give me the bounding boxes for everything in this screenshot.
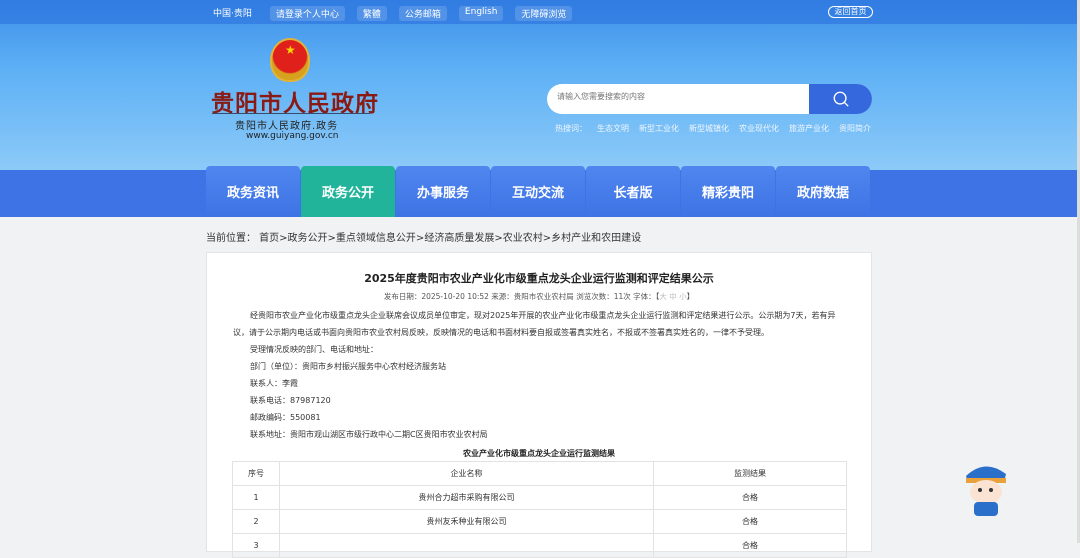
table-caption: 农业产业化市级重点龙头企业运行监测结果	[463, 449, 615, 458]
cell-company	[279, 533, 654, 558]
table-row: 1 贵州合力超市采购有限公司 合格	[232, 485, 847, 510]
hot-search-item[interactable]: 旅游产业化	[789, 123, 829, 134]
paragraph: 联系人：李霞	[250, 379, 298, 388]
home-button[interactable]: 返回首页	[828, 6, 873, 18]
paragraph: 邮政编码：550081	[250, 413, 321, 422]
nav-item-data[interactable]: 政府数据	[776, 166, 870, 217]
hot-searches: 热搜词： 生态文明 新型工业化 新型城镇化 农业现代化 旅游产业化 贵阳简介	[555, 123, 881, 134]
cell-company: 贵州合力超市采购有限公司	[279, 485, 654, 510]
cell-index: 2	[232, 509, 280, 534]
nav-item-open-government[interactable]: 政务公开	[301, 166, 395, 217]
nav-item-news[interactable]: 政务资讯	[206, 166, 300, 217]
results-table: 序号 企业名称 监测结果 1 贵州合力超市采购有限公司 合格 2 贵州友禾种业有…	[232, 461, 847, 558]
font-large-button[interactable]: 大	[659, 292, 667, 301]
nav-item-elderly[interactable]: 长者版	[586, 166, 680, 217]
top-bar: 中国·贵阳 请登录个人中心 繁體 公务邮箱 English 无障碍浏览 返回首页	[0, 0, 1080, 24]
hot-label: 热搜词：	[555, 124, 587, 133]
topbar-link-english[interactable]: English	[458, 6, 504, 21]
hot-search-item[interactable]: 农业现代化	[739, 123, 779, 134]
header-result: 监测结果	[653, 461, 847, 486]
hot-search-item[interactable]: 生态文明	[597, 123, 629, 134]
article-title: 2025年度贵阳市农业产业化市级重点龙头企业运行监测和评定结果公示	[364, 272, 714, 285]
hot-search-item[interactable]: 新型工业化	[639, 123, 679, 134]
cell-index: 3	[232, 533, 280, 558]
article-meta: 发布日期：2025-10-20 10:52 来源：贵阳市农业农村局 浏览次数：1…	[207, 291, 871, 302]
header-company: 企业名称	[279, 461, 654, 486]
topbar-link-mail[interactable]: 公务邮箱	[398, 6, 447, 21]
paragraph: 经贵阳市农业产业化市级重点龙头企业联席会议成员单位审定，现对2025年开展的农业…	[233, 311, 836, 337]
paragraph: 联系电话：87987120	[250, 396, 331, 405]
meta-text: 发布日期：2025-10-20 10:52 来源：贵阳市农业农村局 浏览次数：1…	[383, 292, 660, 301]
divider	[212, 113, 370, 114]
main-nav: 政务资讯 政务公开 办事服务 互动交流 长者版 精彩贵阳 政府数据	[0, 166, 1080, 217]
table-header-row: 序号 企业名称 监测结果	[232, 461, 847, 486]
search-input[interactable]	[557, 92, 807, 101]
header: 中国·贵阳 请登录个人中心 繁體 公务邮箱 English 无障碍浏览 返回首页…	[0, 0, 1080, 170]
topbar-link-guiyang[interactable]: 中国·贵阳	[213, 6, 252, 21]
hot-search-item[interactable]: 新型城镇化	[689, 123, 729, 134]
topbar-link-login[interactable]: 请登录个人中心	[269, 6, 345, 21]
topbar-link-accessibility[interactable]: 无障碍浏览	[515, 6, 573, 21]
national-emblem-icon: ★	[270, 38, 310, 82]
table-row: 3 合格	[232, 533, 847, 558]
hot-search-item[interactable]: 贵阳简介	[839, 123, 871, 134]
table-row: 2 贵州友禾种业有限公司 合格	[232, 509, 847, 534]
cell-result: 合格	[653, 485, 847, 510]
font-medium-button[interactable]: 中	[669, 292, 677, 301]
article-body: 经贵阳市农业产业化市级重点龙头企业联席会议成员单位审定，现对2025年开展的农业…	[233, 307, 845, 443]
logo-url: www.guiyang.gov.cn	[246, 131, 339, 141]
cell-company: 贵州友禾种业有限公司	[279, 509, 654, 534]
nav-item-services[interactable]: 办事服务	[396, 166, 490, 217]
mascot-assistant-icon[interactable]	[958, 458, 1013, 518]
search-button[interactable]	[809, 84, 872, 114]
cell-result: 合格	[653, 533, 847, 558]
nav-item-interaction[interactable]: 互动交流	[491, 166, 585, 217]
paragraph: 受理情况反映的部门、电话和地址：	[250, 345, 378, 354]
cell-index: 1	[232, 485, 280, 510]
meta-end: 】	[686, 292, 695, 301]
topbar-link-traditional[interactable]: 繁體	[356, 6, 387, 21]
header-index: 序号	[232, 461, 280, 486]
search-box	[547, 84, 872, 114]
paragraph: 部门（单位）：贵阳市乡村振兴服务中心农村经济服务站	[250, 362, 446, 371]
paragraph: 联系地址：贵阳市观山湖区市级行政中心二期C区贵阳市农业农村局	[250, 430, 488, 439]
logo-subtitle: 贵阳市人民政府.政务	[235, 121, 339, 132]
nav-item-guiyang[interactable]: 精彩贵阳	[681, 166, 775, 217]
breadcrumb[interactable]: 当前位置： 首页>政务公开>重点领域信息公开>经济高质量发展>农业农村>乡村产业…	[206, 229, 641, 244]
search-icon	[833, 91, 849, 107]
font-small-button[interactable]: 小	[679, 292, 687, 301]
article: 2025年度贵阳市农业产业化市级重点龙头企业运行监测和评定结果公示 发布日期：2…	[206, 252, 872, 558]
cell-result: 合格	[653, 509, 847, 534]
